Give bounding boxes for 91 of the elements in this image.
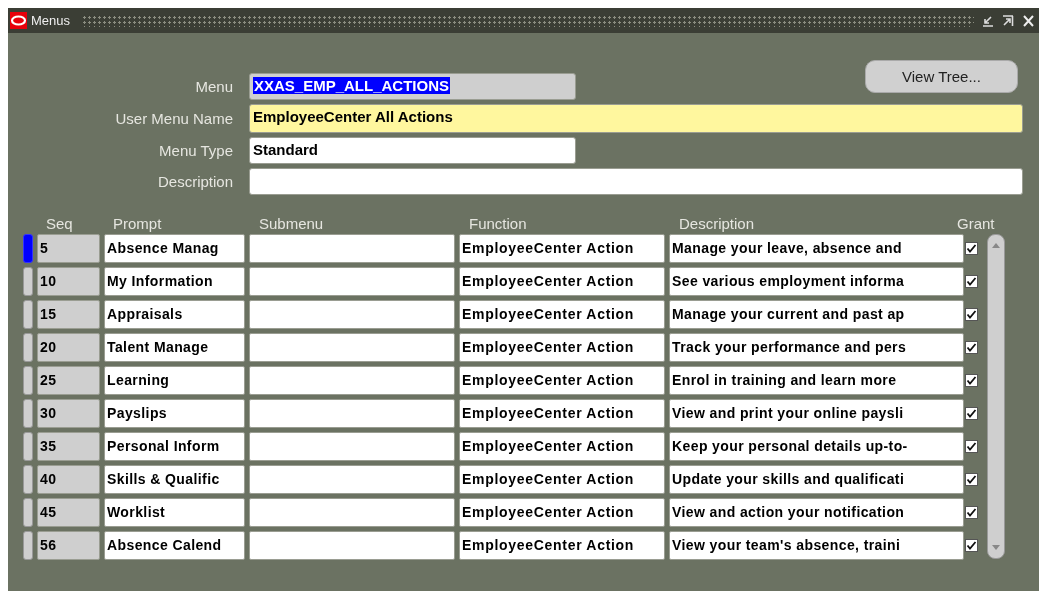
table-cell[interactable]: 40 — [37, 465, 100, 494]
table-cell[interactable]: EmployeeCenter Action — [459, 333, 665, 362]
row-indicator[interactable] — [23, 366, 33, 395]
close-icon[interactable] — [1022, 13, 1035, 28]
checkbox[interactable] — [965, 506, 978, 519]
view-tree-button[interactable]: View Tree... — [865, 60, 1018, 93]
table-cell[interactable] — [249, 333, 455, 362]
row-indicator[interactable] — [23, 498, 33, 527]
table-cell[interactable] — [249, 267, 455, 296]
table-cell[interactable]: Keep your personal details up-to- — [669, 432, 964, 461]
table-cell[interactable] — [249, 432, 455, 461]
field-label: Description — [156, 173, 233, 190]
checkbox[interactable] — [965, 374, 978, 387]
table-cell[interactable]: See various employment informa — [669, 267, 964, 296]
table-cell[interactable]: EmployeeCenter Action — [459, 234, 665, 263]
row-indicator[interactable] — [23, 333, 33, 362]
row-indicator[interactable] — [23, 267, 33, 296]
row-indicator[interactable] — [23, 465, 33, 494]
table-cell[interactable] — [249, 300, 455, 329]
field-label: Menu — [194, 78, 233, 95]
field-label: User Menu Name — [114, 110, 233, 127]
column-header: Seq — [46, 215, 73, 232]
scroll-up-icon[interactable] — [991, 241, 1001, 249]
table-cell[interactable]: Worklist — [104, 498, 245, 527]
checkbox[interactable] — [965, 440, 978, 453]
table-cell[interactable]: 10 — [37, 267, 100, 296]
table-cell[interactable]: EmployeeCenter Action — [459, 267, 665, 296]
table-cell[interactable]: Personal Inform — [104, 432, 245, 461]
checkbox[interactable] — [965, 242, 978, 255]
table-cell[interactable]: Appraisals — [104, 300, 245, 329]
checkbox[interactable] — [965, 473, 978, 486]
field-label: Menu Type — [158, 142, 233, 159]
table-cell[interactable]: EmployeeCenter Action — [459, 531, 665, 560]
row-indicator[interactable] — [23, 432, 33, 461]
table-cell[interactable]: Manage your leave, absence and — [669, 234, 964, 263]
table-cell[interactable] — [249, 399, 455, 428]
table-cell[interactable]: Update your skills and qualificati — [669, 465, 964, 494]
table-cell[interactable] — [249, 234, 455, 263]
row-indicator[interactable] — [23, 531, 33, 560]
table-cell[interactable] — [249, 465, 455, 494]
table-cell[interactable]: 35 — [37, 432, 100, 461]
table-cell[interactable]: My Information — [104, 267, 245, 296]
minimize-icon[interactable] — [982, 13, 994, 28]
checkbox[interactable] — [965, 308, 978, 321]
table-cell[interactable]: View and print your online paysli — [669, 399, 964, 428]
table-cell[interactable] — [249, 366, 455, 395]
row-indicator[interactable] — [23, 399, 33, 428]
column-header: Grant — [957, 215, 995, 232]
table-cell[interactable]: Talent Manage — [104, 333, 245, 362]
table-cell[interactable]: Absence Calend — [104, 531, 245, 560]
table-cell[interactable]: 56 — [37, 531, 100, 560]
table-cell[interactable]: 20 — [37, 333, 100, 362]
input-field[interactable]: Standard — [249, 137, 576, 164]
table-cell[interactable]: Enrol in training and learn more — [669, 366, 964, 395]
table-cell[interactable]: EmployeeCenter Action — [459, 366, 665, 395]
table-cell[interactable]: 5 — [37, 234, 100, 263]
table-cell[interactable]: Learning — [104, 366, 245, 395]
table-cell[interactable]: Track your performance and pers — [669, 333, 964, 362]
checkbox[interactable] — [965, 275, 978, 288]
table-cell[interactable]: Payslips — [104, 399, 245, 428]
table-cell[interactable]: EmployeeCenter Action — [459, 300, 665, 329]
table-cell[interactable]: 30 — [37, 399, 100, 428]
table-cell[interactable]: 15 — [37, 300, 100, 329]
table-cell[interactable]: EmployeeCenter Action — [459, 432, 665, 461]
table-cell[interactable] — [249, 531, 455, 560]
table-cell[interactable]: EmployeeCenter Action — [459, 465, 665, 494]
column-header: Submenu — [259, 215, 324, 232]
checkbox[interactable] — [965, 539, 978, 552]
column-header: Prompt — [113, 215, 162, 232]
row-indicator[interactable] — [23, 300, 33, 329]
checkbox[interactable] — [965, 341, 978, 354]
column-header: Function — [469, 215, 527, 232]
maximize-icon[interactable] — [1002, 13, 1014, 28]
scrollbar[interactable] — [987, 234, 1005, 559]
table-cell[interactable]: Absence Manag — [104, 234, 245, 263]
table-cell[interactable]: EmployeeCenter Action — [459, 498, 665, 527]
table-cell[interactable]: View and action your notification — [669, 498, 964, 527]
column-header: Description — [679, 215, 755, 232]
input-field[interactable]: XXAS_EMP_ALL_ACTIONS — [249, 73, 576, 100]
table-cell[interactable]: 45 — [37, 498, 100, 527]
table-cell[interactable]: EmployeeCenter Action — [459, 399, 665, 428]
table-cell[interactable]: View your team's absence, traini — [669, 531, 964, 560]
input-field[interactable] — [249, 168, 1023, 195]
table-cell[interactable]: Skills & Qualific — [104, 465, 245, 494]
table-cell[interactable]: Manage your current and past ap — [669, 300, 964, 329]
scroll-down-icon[interactable] — [991, 544, 1001, 552]
table-cell[interactable] — [249, 498, 455, 527]
input-field[interactable]: EmployeeCenter All Actions — [249, 104, 1023, 133]
window-title: Menus — [31, 13, 71, 28]
table-cell[interactable]: 25 — [37, 366, 100, 395]
checkbox[interactable] — [965, 407, 978, 420]
